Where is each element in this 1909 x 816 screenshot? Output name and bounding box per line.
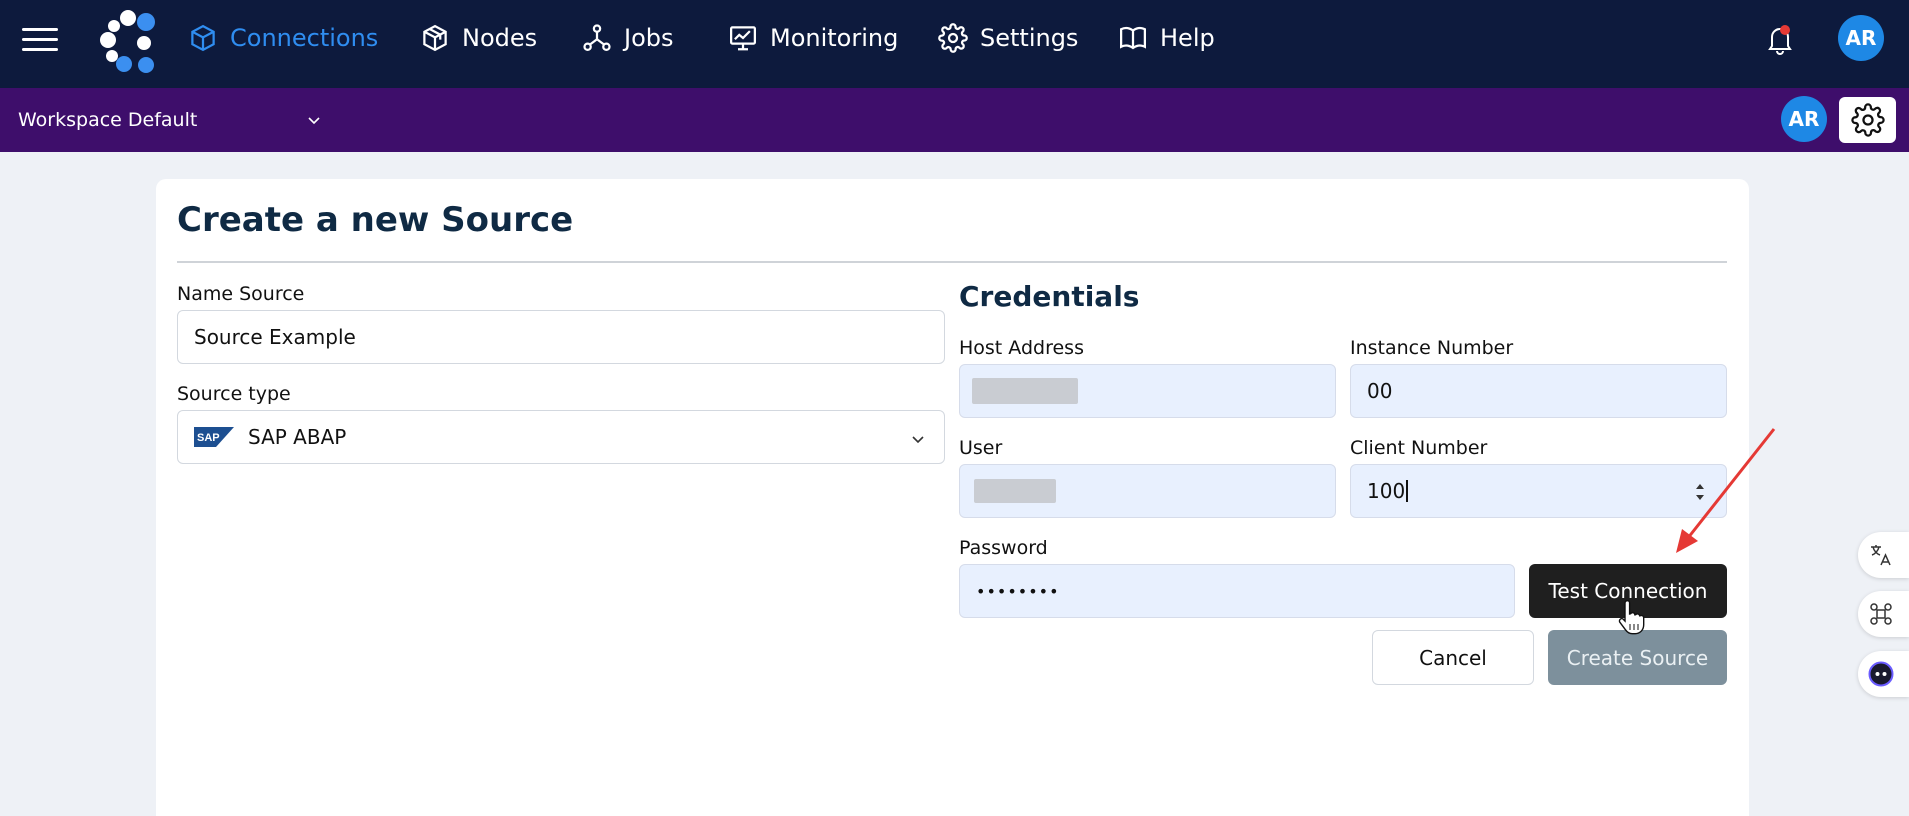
workspace-selector[interactable]: Workspace Default bbox=[18, 104, 328, 136]
nav-monitoring[interactable]: Monitoring bbox=[728, 18, 898, 58]
text-caret bbox=[1406, 480, 1409, 502]
title-divider bbox=[177, 261, 1727, 263]
bell-icon[interactable] bbox=[1764, 22, 1796, 56]
network-icon bbox=[583, 24, 611, 51]
page-title: Create a new Source bbox=[177, 200, 574, 240]
instance-number-value: 00 bbox=[1367, 379, 1393, 403]
top-navbar: Connections Nodes Jobs Monitoring Settin… bbox=[0, 0, 1909, 88]
nav-label: Help bbox=[1160, 24, 1215, 52]
cube-icon bbox=[191, 24, 215, 52]
nav-nodes[interactable]: Nodes bbox=[420, 18, 537, 58]
nav-settings[interactable]: Settings bbox=[938, 18, 1078, 58]
test-connection-button[interactable]: Test Connection bbox=[1529, 564, 1727, 618]
chevron-down-icon bbox=[308, 117, 320, 125]
nav-help[interactable]: Help bbox=[1118, 18, 1215, 58]
source-type-value: SAP ABAP bbox=[248, 425, 347, 449]
client-number-label: Client Number bbox=[1350, 437, 1488, 459]
nav-connections[interactable]: Connections bbox=[188, 18, 378, 58]
credentials-title: Credentials bbox=[959, 280, 1140, 313]
source-type-label: Source type bbox=[177, 383, 291, 405]
cancel-button[interactable]: Cancel bbox=[1372, 630, 1534, 685]
assistant-widget[interactable] bbox=[1858, 651, 1909, 697]
name-source-input[interactable]: Source Example bbox=[177, 310, 945, 364]
nav-label: Settings bbox=[980, 24, 1079, 52]
password-label: Password bbox=[959, 537, 1048, 559]
user-label: User bbox=[959, 437, 1003, 459]
boxes-icon bbox=[423, 24, 447, 52]
translate-icon bbox=[1871, 545, 1891, 566]
gear-icon bbox=[938, 23, 968, 53]
redacted-value bbox=[974, 479, 1056, 503]
sap-logo-icon: SAP bbox=[194, 427, 234, 447]
nav-label: Monitoring bbox=[770, 24, 899, 52]
client-number-value: 100 bbox=[1367, 479, 1406, 503]
host-address-input[interactable] bbox=[959, 364, 1336, 418]
nav-jobs[interactable]: Jobs bbox=[582, 18, 674, 58]
assistant-bot-icon bbox=[1868, 661, 1894, 687]
user-avatar[interactable]: AR bbox=[1838, 15, 1884, 61]
redacted-value bbox=[972, 378, 1078, 404]
password-value: •••••••• bbox=[976, 581, 1060, 601]
nav-label: Jobs bbox=[624, 24, 674, 52]
nav-label: Connections bbox=[230, 24, 379, 52]
instance-number-label: Instance Number bbox=[1350, 337, 1514, 359]
monitor-chart-icon bbox=[730, 26, 756, 51]
workspace-avatar[interactable]: AR bbox=[1781, 96, 1827, 142]
name-source-value: Source Example bbox=[194, 325, 356, 349]
workspace-label: Workspace Default bbox=[18, 109, 198, 131]
instance-number-input[interactable]: 00 bbox=[1350, 364, 1727, 418]
workspace-settings-button[interactable] bbox=[1839, 97, 1896, 143]
menu-icon[interactable] bbox=[22, 26, 58, 54]
source-type-select[interactable]: SAP SAP ABAP bbox=[177, 410, 945, 464]
nav-label: Nodes bbox=[462, 24, 538, 52]
name-source-label: Name Source bbox=[177, 283, 305, 305]
workspace-bar: Workspace Default bbox=[0, 88, 1909, 152]
password-input[interactable]: •••••••• bbox=[959, 564, 1515, 618]
host-address-label: Host Address bbox=[959, 337, 1084, 359]
book-icon bbox=[1120, 26, 1146, 50]
app-logo[interactable] bbox=[94, 6, 164, 76]
apps-widget[interactable] bbox=[1858, 591, 1909, 637]
translate-widget[interactable] bbox=[1858, 532, 1909, 578]
client-number-input[interactable]: 100 bbox=[1350, 464, 1727, 518]
user-input[interactable] bbox=[959, 464, 1336, 518]
create-source-button[interactable]: Create Source bbox=[1548, 630, 1727, 685]
chevron-down-icon bbox=[912, 436, 924, 444]
command-icon bbox=[1870, 603, 1892, 625]
number-spinner-icon[interactable] bbox=[1694, 481, 1706, 503]
gear-icon bbox=[1850, 103, 1885, 137]
sap-logo-text: SAP bbox=[197, 432, 220, 444]
